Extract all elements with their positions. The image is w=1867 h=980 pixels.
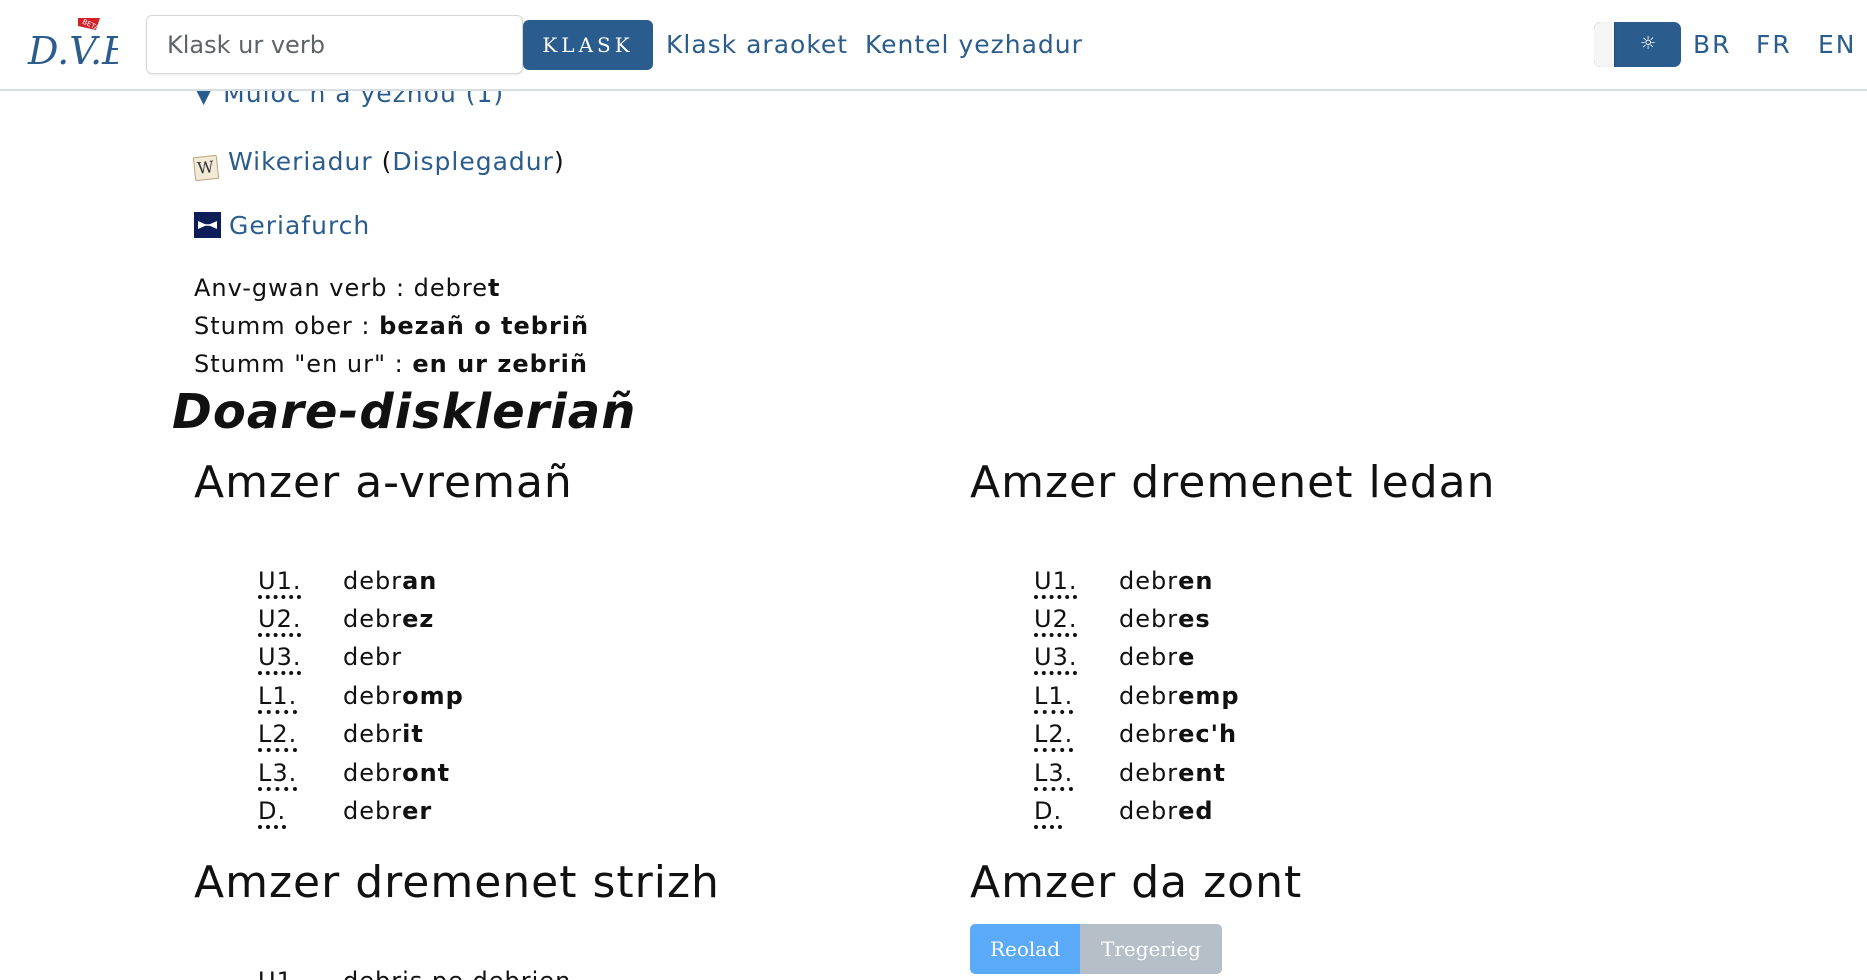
more-languages-toggle[interactable]: ▼ Muioc'h a yezhou (1) bbox=[194, 91, 504, 108]
person-label[interactable]: D. bbox=[1034, 797, 1063, 829]
nav-grammar-lesson[interactable]: Kentel yezhadur bbox=[865, 30, 1083, 59]
infinitive-ending: t bbox=[488, 274, 501, 302]
person-label[interactable]: U2. bbox=[258, 605, 302, 637]
theme-toggle[interactable]: ☼ bbox=[1594, 22, 1681, 67]
progressive-line: Stumm ober : bezañ o tebriñ bbox=[194, 312, 589, 340]
search-input[interactable] bbox=[146, 15, 523, 74]
top-navbar: D.V.B BETA Klask Klask araoket Kentel ye… bbox=[0, 0, 1867, 91]
verb-form: debred bbox=[1119, 797, 1214, 825]
sun-icon: ☼ bbox=[1640, 33, 1657, 54]
person-label[interactable]: L1. bbox=[1034, 682, 1074, 714]
person-label[interactable]: L1. bbox=[258, 682, 298, 714]
geriafurch-row: Geriafurch bbox=[194, 211, 370, 240]
main-content: ▼ Muioc'h a yezhou (1) W Wikeriadur (Disp… bbox=[0, 91, 1867, 980]
conjugation-link[interactable]: Displegadur bbox=[392, 147, 554, 176]
nav-advanced-search[interactable]: Klask araoket bbox=[666, 30, 848, 59]
person-label[interactable]: U1. bbox=[258, 567, 302, 599]
verb-form: debrent bbox=[1119, 759, 1226, 787]
search-button[interactable]: Klask bbox=[523, 20, 653, 70]
tab-standard[interactable]: Reolad bbox=[970, 924, 1080, 974]
tense-title-preterite: Amzer dremenet strizh bbox=[194, 857, 720, 908]
infinitive-stem: debre bbox=[413, 274, 489, 302]
lang-br[interactable]: BR bbox=[1693, 30, 1732, 59]
dvb-logo[interactable]: D.V.B BETA bbox=[26, 16, 130, 74]
infinitive-line: Anv-gwan verb : debret bbox=[194, 274, 501, 302]
verb-form: debr bbox=[343, 643, 403, 671]
verb-form: debrez bbox=[343, 605, 435, 633]
geriafurch-link[interactable]: Geriafurch bbox=[229, 211, 370, 240]
tense-title-present: Amzer a-vremañ bbox=[194, 457, 573, 508]
toggle-knob bbox=[1594, 22, 1614, 67]
person-label[interactable]: L3. bbox=[1034, 759, 1074, 791]
wiktionary-link[interactable]: Wikeriadur bbox=[228, 147, 373, 176]
person-label[interactable]: U3. bbox=[258, 643, 302, 675]
person-label[interactable]: U2. bbox=[1034, 605, 1078, 637]
gerund-line: Stumm "en ur" : en ur zebriñ bbox=[194, 350, 588, 378]
verb-form: debren bbox=[1119, 567, 1214, 595]
verb-form: debres bbox=[1119, 605, 1211, 633]
person-label[interactable]: U1. bbox=[258, 967, 301, 980]
progressive-value: bezañ o tebriñ bbox=[379, 312, 590, 340]
person-label[interactable]: L3. bbox=[258, 759, 298, 791]
verb-form: debromp bbox=[343, 682, 464, 710]
verb-form: debremp bbox=[1119, 682, 1240, 710]
lang-fr[interactable]: FR bbox=[1756, 30, 1792, 59]
paren-open: ( bbox=[372, 147, 393, 176]
paren-close: ) bbox=[553, 147, 565, 176]
person-label[interactable]: U3. bbox=[1034, 643, 1078, 675]
wiktionary-icon: W bbox=[192, 154, 220, 182]
verb-form: debrer bbox=[343, 797, 433, 825]
verb-form: debre bbox=[1119, 643, 1196, 671]
person-label[interactable]: L2. bbox=[258, 720, 298, 752]
verb-form: debrit bbox=[343, 720, 424, 748]
progressive-label: Stumm ober : bbox=[194, 312, 380, 340]
tab-tregerieg[interactable]: Tregerieg bbox=[1080, 924, 1222, 974]
infinitive-label: Anv-gwan verb : bbox=[194, 274, 414, 302]
verb-form: debront bbox=[343, 759, 451, 787]
tense-title-imperfect: Amzer dremenet ledan bbox=[970, 457, 1496, 508]
wiktionary-row: W Wikeriadur (Displegadur) bbox=[192, 147, 565, 182]
breton-flag-icon bbox=[194, 212, 221, 238]
gerund-value: en ur zebriñ bbox=[412, 350, 588, 378]
verb-form: debris pe debrien bbox=[343, 967, 571, 980]
person-label[interactable]: U1. bbox=[1034, 567, 1078, 599]
indicative-mood-title: Doare-diskleriañ bbox=[172, 384, 637, 440]
logo-text: D.V.B bbox=[27, 29, 118, 73]
person-label[interactable]: L2. bbox=[1034, 720, 1074, 752]
tense-title-future: Amzer da zont bbox=[970, 857, 1303, 908]
verb-form: debran bbox=[343, 567, 438, 595]
lang-en[interactable]: EN bbox=[1818, 30, 1857, 59]
dialect-tabs: Reolad Tregerieg bbox=[970, 924, 1222, 974]
person-label[interactable]: D. bbox=[258, 797, 287, 829]
verb-form: debrec'h bbox=[1119, 720, 1238, 748]
gerund-label: Stumm "en ur" : bbox=[194, 350, 413, 378]
